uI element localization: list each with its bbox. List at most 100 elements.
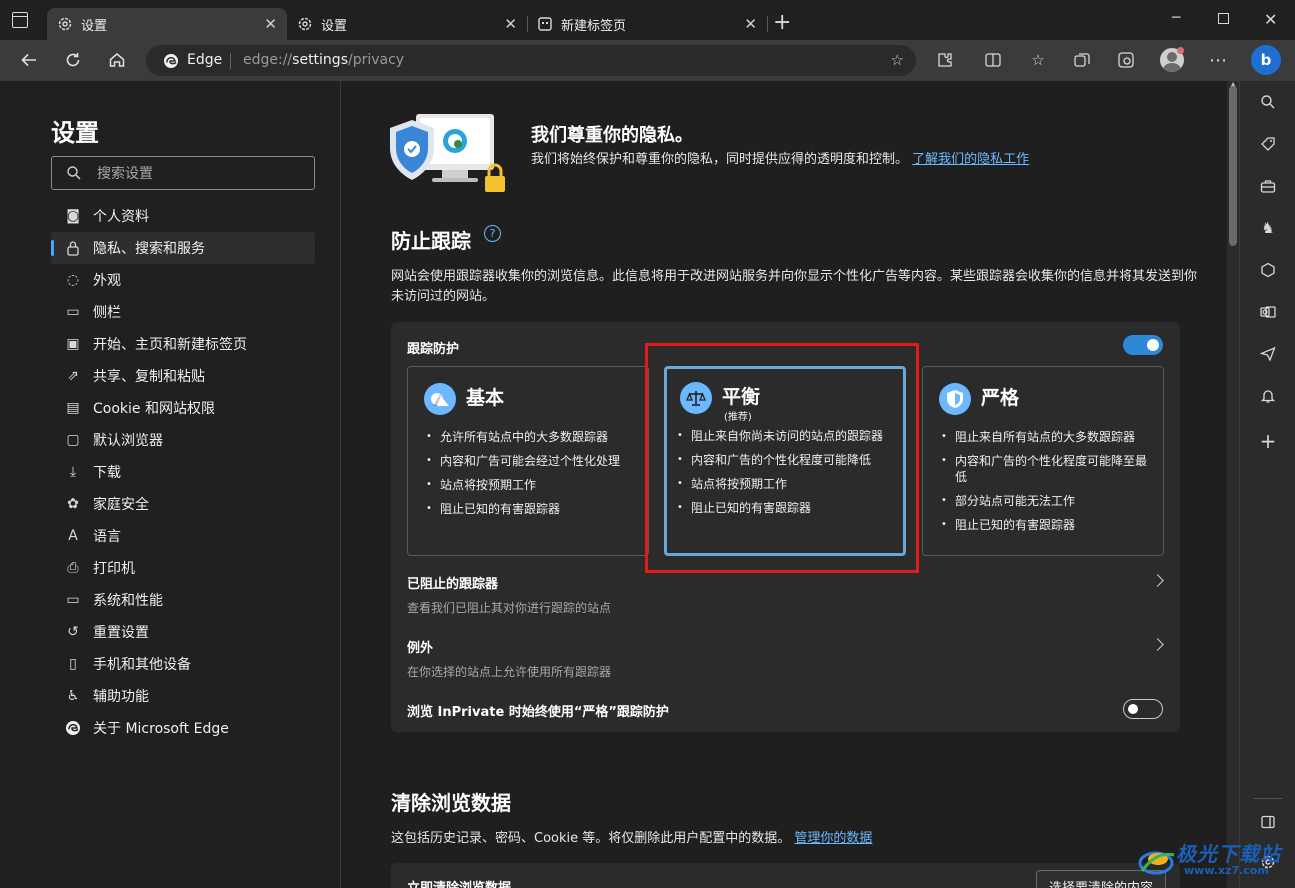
games-icon[interactable]: ♞: [1258, 218, 1278, 238]
tracking-toggle-label: 跟踪防护: [407, 342, 460, 357]
notification-bell-icon[interactable]: [1258, 386, 1278, 406]
tab-actions-icon[interactable]: [12, 12, 28, 28]
clear-data-description: 这包括历史记录、密码、Cookie 等。将仅删除此用户配置中的数据。 管理你的数…: [391, 829, 1201, 849]
bing-icon[interactable]: b: [1251, 45, 1281, 75]
address-brand: Edge: [187, 52, 223, 68]
nav-item-share[interactable]: ⇗ 共享、复制和粘贴: [51, 360, 315, 392]
nav-item-reset[interactable]: ↺ 重置设置: [51, 616, 315, 648]
split-screen-icon[interactable]: [983, 50, 1003, 70]
nav-item-sidebar[interactable]: ▭ 侧栏: [51, 296, 315, 328]
scrollbar-thumb[interactable]: [1229, 86, 1237, 246]
nav-item-start-home[interactable]: ▣ 开始、主页和新建标签页: [51, 328, 315, 360]
bullet: 部分站点可能无法工作: [941, 493, 1153, 509]
nav-item-label: 个人资料: [93, 209, 149, 225]
nav-item-system[interactable]: ▭ 系统和性能: [51, 584, 315, 616]
chevron-right-icon[interactable]: [1151, 638, 1164, 651]
extensions-icon[interactable]: [935, 50, 955, 70]
chevron-right-icon[interactable]: [1151, 574, 1164, 587]
nav-item-phone[interactable]: ▯ 手机和其他设备: [51, 648, 315, 680]
shield-icon: [939, 383, 971, 415]
edge-bar-icon[interactable]: [1116, 50, 1136, 70]
nav-item-profiles[interactable]: ◙ 个人资料: [51, 200, 315, 232]
hide-sidebar-icon[interactable]: [1258, 812, 1278, 832]
search-input[interactable]: [97, 164, 297, 184]
tab-settings-active[interactable]: 设置 ✕: [47, 8, 287, 40]
send-icon[interactable]: [1258, 344, 1278, 364]
nav-item-default-browser[interactable]: ▢ 默认浏览器: [51, 424, 315, 456]
search-box[interactable]: [51, 156, 315, 190]
add-sidebar-app-icon[interactable]: +: [1258, 429, 1278, 453]
scrollbar[interactable]: ▲: [1227, 80, 1239, 888]
option-bullets: 阻止来自所有站点的大多数跟踪器 内容和广告的个性化程度可能降至最低 部分站点可能…: [941, 429, 1153, 541]
option-strict[interactable]: 严格 阻止来自所有站点的大多数跟踪器 内容和广告的个性化程度可能降至最低 部分站…: [922, 366, 1164, 556]
tab-label: 设置: [81, 18, 108, 34]
bullet: 内容和广告可能会经过个性化处理: [426, 453, 638, 469]
home-icon[interactable]: [106, 49, 128, 71]
tab-settings[interactable]: 设置 ✕: [287, 8, 527, 40]
family-icon: ✿: [67, 496, 79, 512]
address-bar[interactable]: Edge edge://settings/privacy ☆: [146, 45, 916, 76]
settings-content: 我们尊重你的隐私。 我们将始终保护和尊重你的隐私，同时提供应得的透明度和控制。 …: [342, 81, 1227, 888]
option-name: 严格: [981, 387, 1020, 409]
privacy-illustration: [390, 114, 515, 198]
collections-icon[interactable]: [1072, 50, 1092, 70]
exceptions-title[interactable]: 例外: [407, 637, 433, 656]
more-options-icon[interactable]: ⋯: [1208, 50, 1228, 71]
nav-item-cookies[interactable]: ▤ Cookie 和网站权限: [51, 392, 315, 424]
close-tab-icon[interactable]: ✕: [264, 16, 277, 32]
new-tab-button[interactable]: +: [773, 12, 791, 34]
nav-item-about[interactable]: 关于 Microsoft Edge: [51, 712, 315, 744]
nav-item-downloads[interactable]: ⤓ 下载: [51, 456, 315, 488]
inprivate-strict-toggle[interactable]: [1123, 699, 1163, 719]
nav-item-privacy[interactable]: 隐私、搜索和服务: [51, 232, 315, 264]
refresh-icon[interactable]: [62, 49, 84, 71]
sidebar-icon: ▭: [66, 304, 80, 320]
profile-notification-dot: [1177, 47, 1184, 54]
close-tab-icon[interactable]: ✕: [504, 16, 517, 32]
minimize-icon[interactable]: ─: [1172, 10, 1180, 26]
manage-data-link[interactable]: 管理你的数据: [794, 831, 872, 846]
watermark-logo-icon: [1138, 851, 1175, 875]
office-icon[interactable]: [1258, 260, 1278, 280]
shopping-tag-icon[interactable]: [1258, 134, 1278, 154]
privacy-link[interactable]: 了解我们的隐私工作: [912, 152, 1029, 167]
nav-item-label: Cookie 和网站权限: [93, 401, 215, 417]
toolbox-icon[interactable]: [1258, 176, 1278, 196]
nav-item-appearance[interactable]: ◌ 外观: [51, 264, 315, 296]
printer-icon: ⎙: [67, 560, 79, 576]
maximize-icon[interactable]: [1218, 13, 1229, 24]
url-path: settings: [292, 52, 348, 68]
edge-sidebar: ♞ +: [1239, 81, 1295, 888]
search-zoom-icon[interactable]: [1258, 92, 1278, 112]
help-icon[interactable]: ?: [484, 225, 501, 242]
exceptions-subtitle: 在你选择的站点上允许使用所有跟踪器: [407, 665, 612, 679]
nav-item-family[interactable]: ✿ 家庭安全: [51, 488, 315, 520]
outlook-icon[interactable]: [1258, 302, 1278, 322]
close-tab-icon[interactable]: ✕: [744, 16, 757, 32]
phone-icon: ▯: [69, 656, 77, 672]
accessibility-icon: ♿: [66, 688, 80, 704]
address-url[interactable]: edge://settings/privacy: [243, 52, 404, 68]
watermark: 极光下载站 www.xz7.com: [1136, 833, 1295, 888]
tab-separator: [767, 16, 768, 32]
nav-item-label: 打印机: [93, 561, 135, 577]
tracking-prevention-toggle[interactable]: [1123, 335, 1163, 355]
nav-item-label: 手机和其他设备: [93, 657, 191, 673]
nav-item-printers[interactable]: ⎙ 打印机: [51, 552, 315, 584]
url-suffix: /privacy: [348, 52, 405, 68]
close-window-icon[interactable]: ✕: [1264, 10, 1277, 29]
tab-label: 设置: [321, 18, 348, 34]
lock-icon: [65, 240, 81, 256]
option-basic[interactable]: 基本 允许所有站点中的大多数跟踪器 内容和广告可能会经过个性化处理 站点将按预期…: [407, 366, 649, 556]
gear-icon: [297, 16, 313, 32]
favorites-icon[interactable]: ☆: [1028, 50, 1048, 70]
nav-item-accessibility[interactable]: ♿ 辅助功能: [51, 680, 315, 712]
nav-item-languages[interactable]: A 语言: [51, 520, 315, 552]
tab-new-tab[interactable]: 新建标签页 ✕: [527, 8, 767, 40]
hero-desc-text: 我们将始终保护和尊重你的隐私，同时提供应得的透明度和控制。: [531, 152, 909, 167]
back-icon[interactable]: [18, 49, 40, 71]
bullet: 站点将按预期工作: [426, 477, 638, 493]
nav-item-label: 外观: [93, 273, 121, 289]
add-favorite-icon[interactable]: ☆: [891, 51, 904, 69]
blocked-trackers-title[interactable]: 已阻止的跟踪器: [407, 573, 498, 592]
